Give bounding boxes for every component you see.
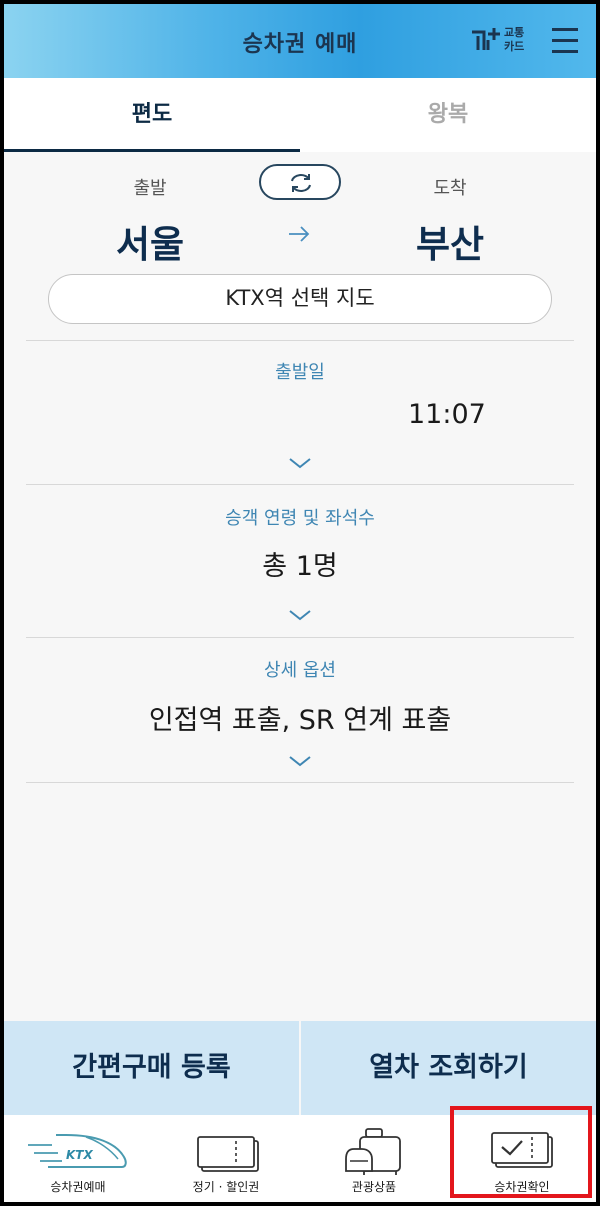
passenger-count: 총 1명 xyxy=(262,551,338,582)
ktx-train-icon: KTX xyxy=(28,1134,127,1168)
svg-text:KTX: KTX xyxy=(66,1148,93,1162)
detail-options-label: 상세 옵션 xyxy=(264,660,336,681)
chevron-down-icon xyxy=(289,610,311,621)
tabbar-label: 승차권예매 xyxy=(50,1180,106,1194)
tab-round-trip[interactable]: 왕복 xyxy=(300,78,596,152)
highlight-box xyxy=(450,1106,592,1198)
passenger-label: 승객 연령 및 좌석수 xyxy=(225,508,375,529)
swap-stations-button[interactable] xyxy=(259,164,341,200)
swap-icon xyxy=(291,174,311,192)
departure-station[interactable]: 서울 xyxy=(70,214,230,268)
divider xyxy=(26,340,574,341)
chevron-down-icon xyxy=(289,458,311,469)
departure-time-value: 11:07 xyxy=(408,399,486,430)
card-logo-text-1: 교통 xyxy=(504,26,525,39)
action-bar: 간편구매 등록 열차 조회하기 xyxy=(4,1021,596,1115)
app-header: 승차권 예매 교통 카드 xyxy=(4,4,596,78)
simple-purchase-button[interactable]: 간편구매 등록 xyxy=(4,1021,299,1115)
tabbar-label: 관광상품 xyxy=(351,1180,397,1194)
tabbar-item-ticket-booking[interactable]: KTX 승차권예매 xyxy=(4,1115,152,1202)
transport-card-logo-icon xyxy=(472,28,500,50)
tabbar-item-tour-products[interactable]: 관광상품 xyxy=(300,1115,448,1202)
departure-label: 출발 xyxy=(133,178,167,199)
card-logo-text-2: 카드 xyxy=(504,40,525,53)
search-trains-button[interactable]: 열차 조회하기 xyxy=(301,1021,596,1115)
tabbar-label: 정기 · 할인권 xyxy=(192,1180,260,1194)
divider xyxy=(26,637,574,638)
luggage-icon xyxy=(345,1128,401,1175)
arrow-right-icon xyxy=(289,226,310,242)
detail-options-value: 인접역 표출, SR 연계 표출 xyxy=(148,705,452,736)
chevron-down-icon xyxy=(289,756,311,767)
ticket-icon xyxy=(197,1136,259,1172)
tab-one-way[interactable]: 편도 xyxy=(4,78,300,152)
departure-date-label: 출발일 xyxy=(275,362,325,383)
arrival-station[interactable]: 부산 xyxy=(370,214,530,268)
app-screen: 승차권 예매 교통 카드 편도 왕복 출발 서울 도착 부산 KTX역 선택 지… xyxy=(4,4,596,1202)
divider xyxy=(26,782,574,783)
arrival-label: 도착 xyxy=(433,178,467,199)
transport-card-button[interactable]: 교통 카드 xyxy=(470,24,534,58)
tabbar-item-commuter-discount[interactable]: 정기 · 할인권 xyxy=(152,1115,300,1202)
ktx-station-map-button[interactable]: KTX역 선택 지도 xyxy=(48,274,552,324)
trip-type-tabs: 편도 왕복 xyxy=(4,78,596,152)
menu-icon[interactable] xyxy=(552,26,578,54)
divider xyxy=(26,484,574,485)
